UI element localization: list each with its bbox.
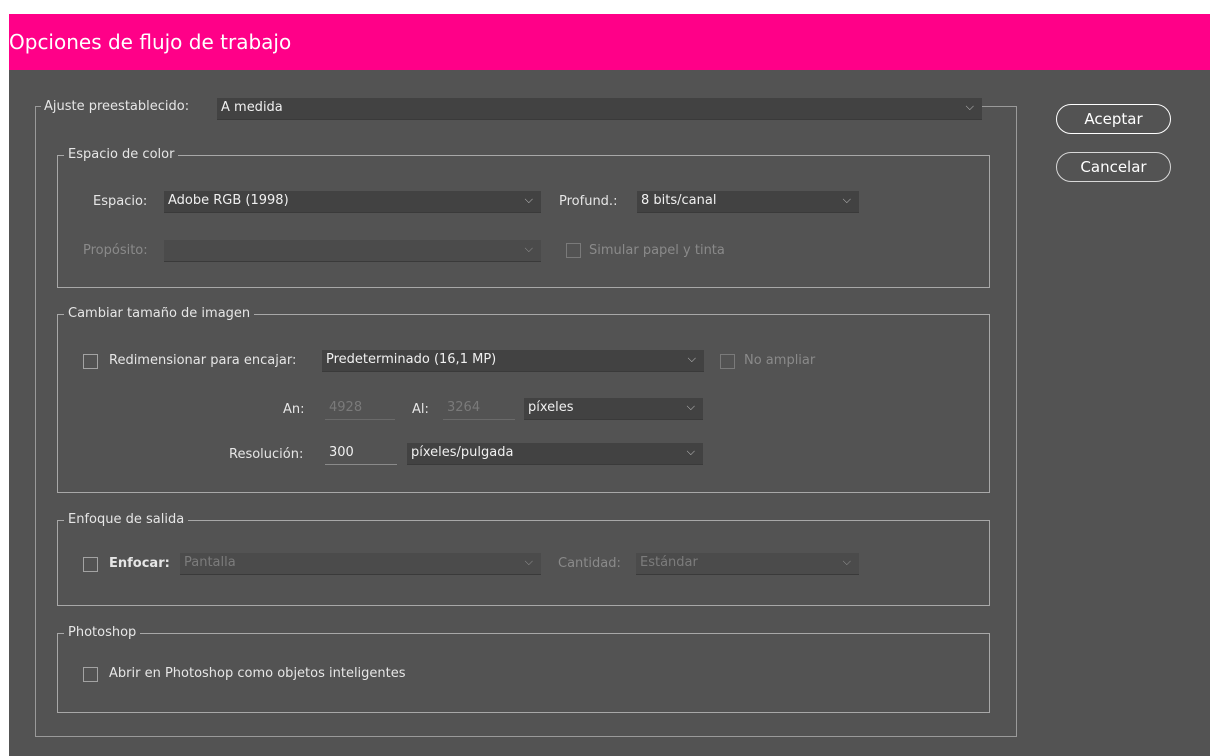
title-bar: Opciones de flujo de trabajo [9, 14, 1210, 70]
color-space-title: Espacio de color [64, 147, 179, 163]
depth-label: Profund.: [559, 194, 618, 209]
preset-frame-edge [35, 106, 41, 107]
sharpen-select-value: Pantalla [184, 555, 236, 570]
chevron-down-icon: ⌵ [524, 193, 533, 206]
units-select-value: píxeles [528, 400, 574, 415]
intent-label: Propósito: [83, 243, 148, 258]
no-enlarge-label: No ampliar [744, 353, 816, 368]
preset-select-value: A medida [221, 100, 283, 115]
cancel-button[interactable]: Cancelar [1056, 152, 1171, 182]
preset-label: Ajuste preestablecido: [44, 99, 190, 114]
resize-select[interactable]: Predeterminado (16,1 MP) ⌵ [322, 350, 704, 372]
amount-select-value: Estándar [640, 555, 698, 570]
simulate-paper-checkbox[interactable] [566, 243, 581, 258]
resize-to-fit-checkbox[interactable] [83, 354, 98, 369]
sharpening-title: Enfoque de salida [64, 512, 189, 528]
height-field[interactable]: 3264 [443, 398, 515, 420]
sharpen-label[interactable]: Enfocar: [109, 556, 170, 571]
resize-label[interactable]: Redimensionar para encajar: [109, 353, 296, 368]
amount-label: Cantidad: [558, 556, 621, 571]
smart-objects-checkbox[interactable] [83, 667, 98, 682]
amount-select[interactable]: Estándar ⌵ [636, 553, 859, 575]
height-label: Al: [412, 402, 429, 417]
depth-select-value: 8 bits/canal [641, 193, 717, 208]
no-enlarge-checkbox[interactable] [720, 354, 735, 369]
color-space-group: Espacio de color [57, 147, 990, 288]
width-field[interactable]: 4928 [325, 398, 395, 420]
resolution-label: Resolución: [229, 447, 304, 462]
preset-select[interactable]: A medida ⌵ [217, 98, 982, 120]
chevron-down-icon: ⌵ [686, 400, 695, 413]
resolution-units-value: píxeles/pulgada [411, 445, 514, 460]
space-select[interactable]: Adobe RGB (1998) ⌵ [164, 191, 541, 213]
workflow-options-dialog: Opciones de flujo de trabajo Ajuste pree… [9, 14, 1210, 756]
resolution-units-select[interactable]: píxeles/pulgada ⌵ [407, 443, 703, 465]
chevron-down-icon: ⌵ [686, 445, 695, 458]
photoshop-title: Photoshop [64, 625, 141, 641]
chevron-down-icon: ⌵ [965, 100, 974, 113]
chevron-down-icon: ⌵ [524, 242, 533, 255]
chevron-down-icon: ⌵ [524, 555, 533, 568]
resize-select-value: Predeterminado (16,1 MP) [326, 352, 497, 367]
simulate-paper-label: Simular papel y tinta [589, 243, 725, 258]
accept-button[interactable]: Aceptar [1056, 104, 1171, 134]
space-select-value: Adobe RGB (1998) [168, 193, 289, 208]
resolution-field[interactable]: 300 [325, 443, 397, 465]
units-select[interactable]: píxeles ⌵ [524, 398, 703, 420]
dialog-title: Opciones de flujo de trabajo [9, 30, 292, 54]
smart-objects-label[interactable]: Abrir en Photoshop como objetos intelige… [109, 666, 406, 681]
intent-select[interactable]: ⌵ [164, 240, 541, 262]
chevron-down-icon: ⌵ [842, 555, 851, 568]
space-label: Espacio: [93, 194, 148, 209]
chevron-down-icon: ⌵ [687, 352, 696, 365]
preset-frame-edge [981, 106, 1016, 107]
sharpen-select[interactable]: Pantalla ⌵ [180, 553, 541, 575]
depth-select[interactable]: 8 bits/canal ⌵ [637, 191, 859, 213]
image-size-title: Cambiar tamaño de imagen [64, 306, 255, 322]
width-label: An: [283, 402, 305, 417]
chevron-down-icon: ⌵ [842, 193, 851, 206]
sharpen-checkbox[interactable] [83, 557, 98, 572]
